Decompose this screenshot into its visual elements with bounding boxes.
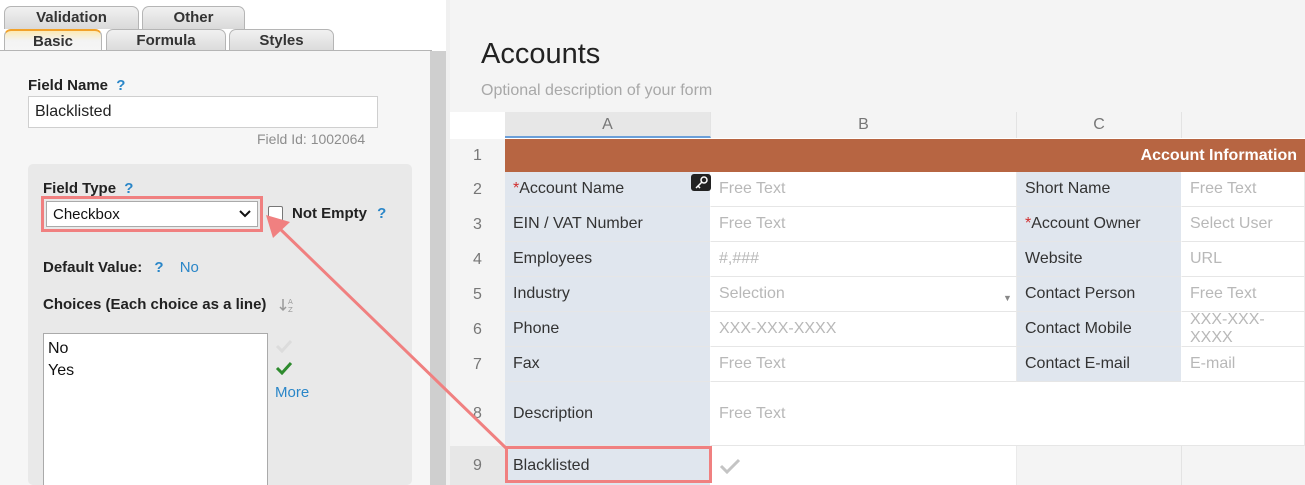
input-contact-mobile[interactable]: XXX-XXX-XXXX: [1182, 311, 1305, 347]
help-icon[interactable]: ?: [377, 205, 386, 222]
input-phone[interactable]: XXX-XXX-XXXX: [711, 312, 1017, 347]
highlight-box-field-type: [41, 196, 263, 232]
form-title[interactable]: Accounts: [481, 38, 600, 71]
row-number[interactable]: 8: [450, 382, 505, 446]
field-name-label: Field Name ?: [28, 77, 126, 94]
more-link[interactable]: More: [275, 384, 309, 401]
select-industry[interactable]: Selection: [711, 277, 1017, 312]
empty-cell[interactable]: [1182, 446, 1305, 485]
row-number[interactable]: 5: [450, 277, 505, 312]
input-account-name[interactable]: Free Text: [711, 172, 1017, 207]
field-label-account-name[interactable]: * Account Name: [505, 172, 711, 207]
field-label-employees[interactable]: Employees: [505, 242, 711, 277]
default-value-label: Default Value: ? No: [43, 259, 199, 276]
column-header-a[interactable]: A: [505, 112, 711, 138]
field-label-account-owner[interactable]: * Account Owner: [1017, 207, 1182, 242]
svg-text:Z: Z: [288, 306, 293, 313]
field-label-industry[interactable]: Industry: [505, 277, 711, 312]
tab-styles[interactable]: Styles: [229, 29, 334, 52]
tab-formula[interactable]: Formula: [106, 29, 226, 52]
row-number[interactable]: 9: [450, 446, 505, 485]
row-number[interactable]: 2: [450, 172, 505, 207]
input-description[interactable]: Free Text: [711, 382, 1305, 446]
key-icon[interactable]: [691, 174, 711, 191]
row-number[interactable]: 7: [450, 347, 505, 382]
highlight-box-blacklisted: [505, 446, 712, 483]
column-header-c[interactable]: C: [1017, 112, 1182, 138]
field-label-contact-mobile[interactable]: Contact Mobile: [1017, 312, 1182, 347]
field-name-input[interactable]: Blacklisted: [28, 96, 378, 128]
input-fax[interactable]: Free Text: [711, 347, 1017, 382]
field-label-short-name[interactable]: Short Name: [1017, 172, 1182, 207]
check-icon-selected[interactable]: [275, 361, 293, 375]
input-short-name[interactable]: Free Text: [1182, 172, 1305, 207]
chevron-down-icon[interactable]: ▼: [1003, 293, 1012, 303]
input-website[interactable]: URL: [1182, 242, 1305, 277]
input-contact-email[interactable]: E-mail: [1182, 347, 1305, 382]
field-label-contact-person[interactable]: Contact Person: [1017, 277, 1182, 312]
field-id-text: Field Id: 1002064: [257, 131, 366, 147]
section-header-account-information[interactable]: Account Information: [505, 139, 1305, 172]
column-header-b[interactable]: B: [711, 112, 1017, 138]
panel-scrollbar[interactable]: [430, 51, 446, 485]
row-number[interactable]: 1: [450, 139, 505, 172]
choices-label: Choices (Each choice as a line): [43, 296, 267, 313]
field-label-website[interactable]: Website: [1017, 242, 1182, 277]
check-icon: [719, 458, 741, 474]
not-empty-label: Not Empty ?: [292, 205, 387, 222]
input-ein-vat-number[interactable]: Free Text: [711, 207, 1017, 242]
tab-other[interactable]: Other: [142, 6, 245, 29]
row-number[interactable]: 4: [450, 242, 505, 277]
field-settings-panel: Validation Other Basic Formula Styles Fi…: [0, 0, 432, 485]
check-icon-unselected[interactable]: [275, 339, 293, 353]
field-label-contact-email[interactable]: Contact E-mail: [1017, 347, 1182, 382]
help-icon[interactable]: ?: [154, 259, 163, 276]
field-label-description[interactable]: Description: [505, 382, 711, 446]
svg-text:A: A: [288, 298, 293, 306]
form-description[interactable]: Optional description of your form: [481, 82, 712, 100]
input-employees[interactable]: #,###: [711, 242, 1017, 277]
default-value-link[interactable]: No: [180, 259, 199, 276]
empty-cell[interactable]: [1017, 446, 1182, 485]
choice-line: Yes: [48, 362, 75, 379]
field-label-phone[interactable]: Phone: [505, 312, 711, 347]
help-icon[interactable]: ?: [116, 77, 125, 94]
field-label-fax[interactable]: Fax: [505, 347, 711, 382]
field-label-ein-vat-number[interactable]: EIN / VAT Number: [505, 207, 711, 242]
tab-validation[interactable]: Validation: [4, 6, 139, 29]
choice-line: No: [48, 340, 69, 357]
input-contact-person[interactable]: Free Text: [1182, 277, 1305, 312]
column-header-d[interactable]: [1182, 112, 1305, 138]
help-icon[interactable]: ?: [124, 180, 133, 197]
tab-basic[interactable]: Basic: [4, 29, 102, 52]
input-account-owner[interactable]: Select User: [1182, 207, 1305, 242]
checkbox-blacklisted[interactable]: [711, 446, 1017, 485]
choices-textarea[interactable]: No Yes: [43, 333, 268, 485]
not-empty-checkbox[interactable]: [268, 206, 283, 221]
sort-icon[interactable]: A Z: [279, 297, 295, 313]
row-number[interactable]: 3: [450, 207, 505, 242]
row-number[interactable]: 6: [450, 312, 505, 347]
field-type-label: Field Type ?: [43, 180, 134, 197]
